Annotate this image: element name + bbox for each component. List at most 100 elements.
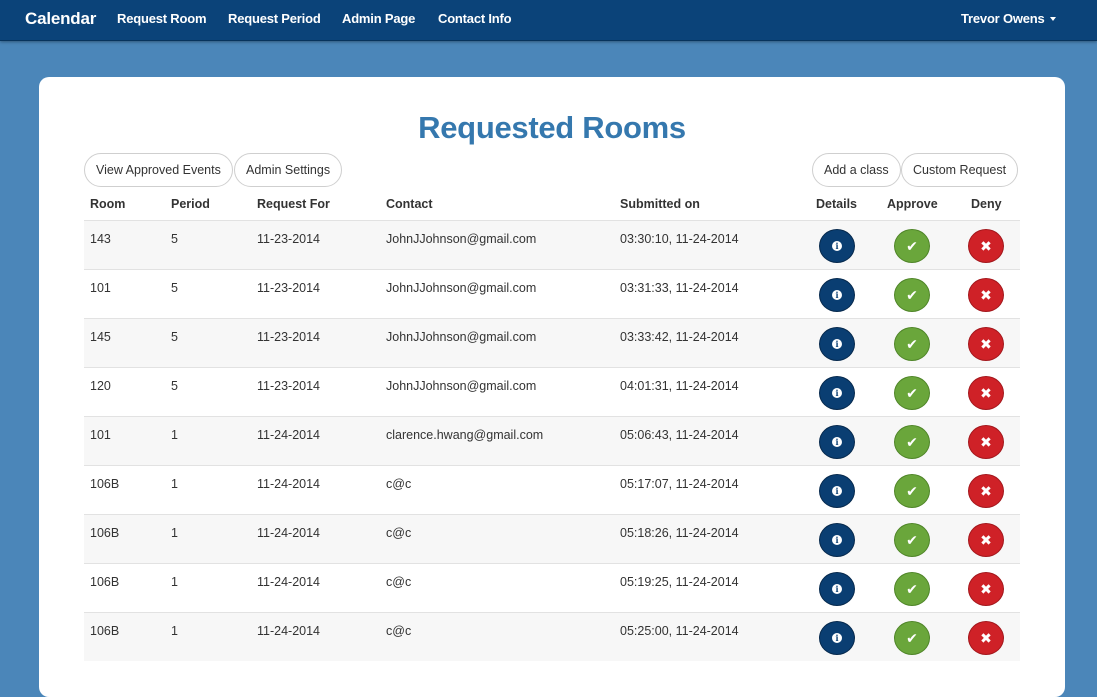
- cell-period: 5: [171, 281, 178, 295]
- x-icon: ✖: [980, 384, 992, 401]
- details-button[interactable]: i: [819, 621, 855, 655]
- user-name: Trevor Owens: [961, 11, 1045, 26]
- cell-request-for: 11-24-2014: [257, 624, 321, 638]
- cell-request-for: 11-24-2014: [257, 477, 321, 491]
- x-icon: ✖: [980, 531, 992, 548]
- approve-button[interactable]: ✔: [894, 327, 930, 361]
- approve-button[interactable]: ✔: [894, 621, 930, 655]
- cell-room: 106B: [90, 575, 120, 589]
- cell-submitted-on: 04:01:31, 11-24-2014: [620, 379, 739, 393]
- deny-button[interactable]: ✖: [968, 523, 1004, 557]
- approve-button[interactable]: ✔: [894, 474, 930, 508]
- details-button[interactable]: i: [819, 278, 855, 312]
- table-row: 145 5 11-23-2014 JohnJJohnson@gmail.com 03:3…: [84, 318, 1020, 367]
- deny-button[interactable]: ✖: [968, 474, 1004, 508]
- info-icon: i: [832, 339, 842, 349]
- cell-request-for: 11-23-2014: [257, 281, 321, 295]
- cell-submitted-on: 03:30:10, 11-24-2014: [620, 232, 739, 246]
- user-menu[interactable]: Trevor Owens: [961, 11, 1056, 26]
- admin-settings-button[interactable]: Admin Settings: [234, 153, 343, 187]
- header-room: Room: [90, 197, 126, 211]
- header-submitted-on: Submitted on: [620, 197, 700, 211]
- check-icon: ✔: [906, 580, 918, 597]
- info-icon: i: [832, 486, 842, 496]
- cell-room: 106B: [90, 526, 120, 540]
- nav-request-period[interactable]: Request Period: [228, 11, 321, 26]
- details-button[interactable]: i: [819, 229, 855, 263]
- approve-button[interactable]: ✔: [894, 523, 930, 557]
- cell-contact: JohnJJohnson@gmail.com: [386, 281, 537, 295]
- deny-button[interactable]: ✖: [968, 621, 1004, 655]
- header-details: Details: [816, 197, 857, 211]
- info-icon: i: [832, 633, 842, 643]
- cell-contact: c@c: [386, 477, 412, 491]
- check-icon: ✔: [906, 433, 918, 450]
- table-row: 106B 1 11-24-2014 c@c 05:19:25, 11-24-2014 i ✔…: [84, 563, 1020, 612]
- x-icon: ✖: [980, 237, 992, 254]
- approve-button[interactable]: ✔: [894, 376, 930, 410]
- custom-request-button[interactable]: Custom Request: [901, 153, 1019, 187]
- cell-submitted-on: 05:18:26, 11-24-2014: [620, 526, 739, 540]
- deny-button[interactable]: ✖: [968, 425, 1004, 459]
- table-row: 101 1 11-24-2014 clarence.hwang@gmail.com 05…: [84, 416, 1020, 465]
- caret-down-icon: [1049, 17, 1056, 21]
- page-title: Requested Rooms: [418, 110, 686, 145]
- approve-button[interactable]: ✔: [894, 425, 930, 459]
- approve-button[interactable]: ✔: [894, 278, 930, 312]
- header-approve: Approve: [887, 197, 938, 211]
- cell-room: 145: [90, 330, 111, 344]
- deny-button[interactable]: ✖: [968, 376, 1004, 410]
- x-icon: ✖: [980, 580, 992, 597]
- header-request-for: Request For: [257, 197, 330, 211]
- cell-contact: JohnJJohnson@gmail.com: [386, 330, 537, 344]
- nav-request-room[interactable]: Request Room: [117, 11, 207, 26]
- details-button[interactable]: i: [819, 523, 855, 557]
- deny-button[interactable]: ✖: [968, 278, 1004, 312]
- cell-submitted-on: 05:06:43, 11-24-2014: [620, 428, 739, 442]
- x-icon: ✖: [980, 335, 992, 352]
- deny-button[interactable]: ✖: [968, 327, 1004, 361]
- cell-contact: JohnJJohnson@gmail.com: [386, 232, 537, 246]
- check-icon: ✔: [906, 531, 918, 548]
- cell-submitted-on: 05:17:07, 11-24-2014: [620, 477, 739, 491]
- info-icon: i: [832, 584, 842, 594]
- header-period: Period: [171, 197, 210, 211]
- cell-request-for: 11-23-2014: [257, 232, 321, 246]
- details-button[interactable]: i: [819, 425, 855, 459]
- cell-request-for: 11-23-2014: [257, 330, 321, 344]
- details-button[interactable]: i: [819, 327, 855, 361]
- x-icon: ✖: [980, 433, 992, 450]
- cell-submitted-on: 05:25:00, 11-24-2014: [620, 624, 739, 638]
- cell-room: 106B: [90, 477, 120, 491]
- check-icon: ✔: [906, 629, 918, 646]
- cell-period: 1: [171, 428, 178, 442]
- nav-contact-info[interactable]: Contact Info: [438, 11, 512, 26]
- main-card: Requested Rooms View Approved Events Adm…: [39, 77, 1065, 697]
- check-icon: ✔: [906, 237, 918, 254]
- nav-admin-page[interactable]: Admin Page: [342, 11, 415, 26]
- check-icon: ✔: [906, 335, 918, 352]
- cell-submitted-on: 03:31:33, 11-24-2014: [620, 281, 739, 295]
- cell-period: 1: [171, 575, 178, 589]
- cell-contact: c@c: [386, 575, 412, 589]
- table-row: 101 5 11-23-2014 JohnJJohnson@gmail.com 03:3…: [84, 269, 1020, 318]
- deny-button[interactable]: ✖: [968, 229, 1004, 263]
- cell-period: 1: [171, 624, 178, 638]
- table-row: 143 5 11-23-2014 JohnJJohnson@gmail.com 03:3…: [84, 220, 1020, 269]
- brand-link[interactable]: Calendar: [25, 9, 96, 29]
- details-button[interactable]: i: [819, 376, 855, 410]
- view-approved-events-button[interactable]: View Approved Events: [84, 153, 233, 187]
- details-button[interactable]: i: [819, 572, 855, 606]
- cell-request-for: 11-23-2014: [257, 379, 321, 393]
- cell-request-for: 11-24-2014: [257, 526, 321, 540]
- cell-contact: c@c: [386, 624, 412, 638]
- cell-period: 5: [171, 330, 178, 344]
- details-button[interactable]: i: [819, 474, 855, 508]
- add-class-button[interactable]: Add a class: [812, 153, 901, 187]
- cell-room: 106B: [90, 624, 120, 638]
- approve-button[interactable]: ✔: [894, 229, 930, 263]
- approve-button[interactable]: ✔: [894, 572, 930, 606]
- cell-room: 101: [90, 281, 111, 295]
- cell-period: 1: [171, 526, 178, 540]
- deny-button[interactable]: ✖: [968, 572, 1004, 606]
